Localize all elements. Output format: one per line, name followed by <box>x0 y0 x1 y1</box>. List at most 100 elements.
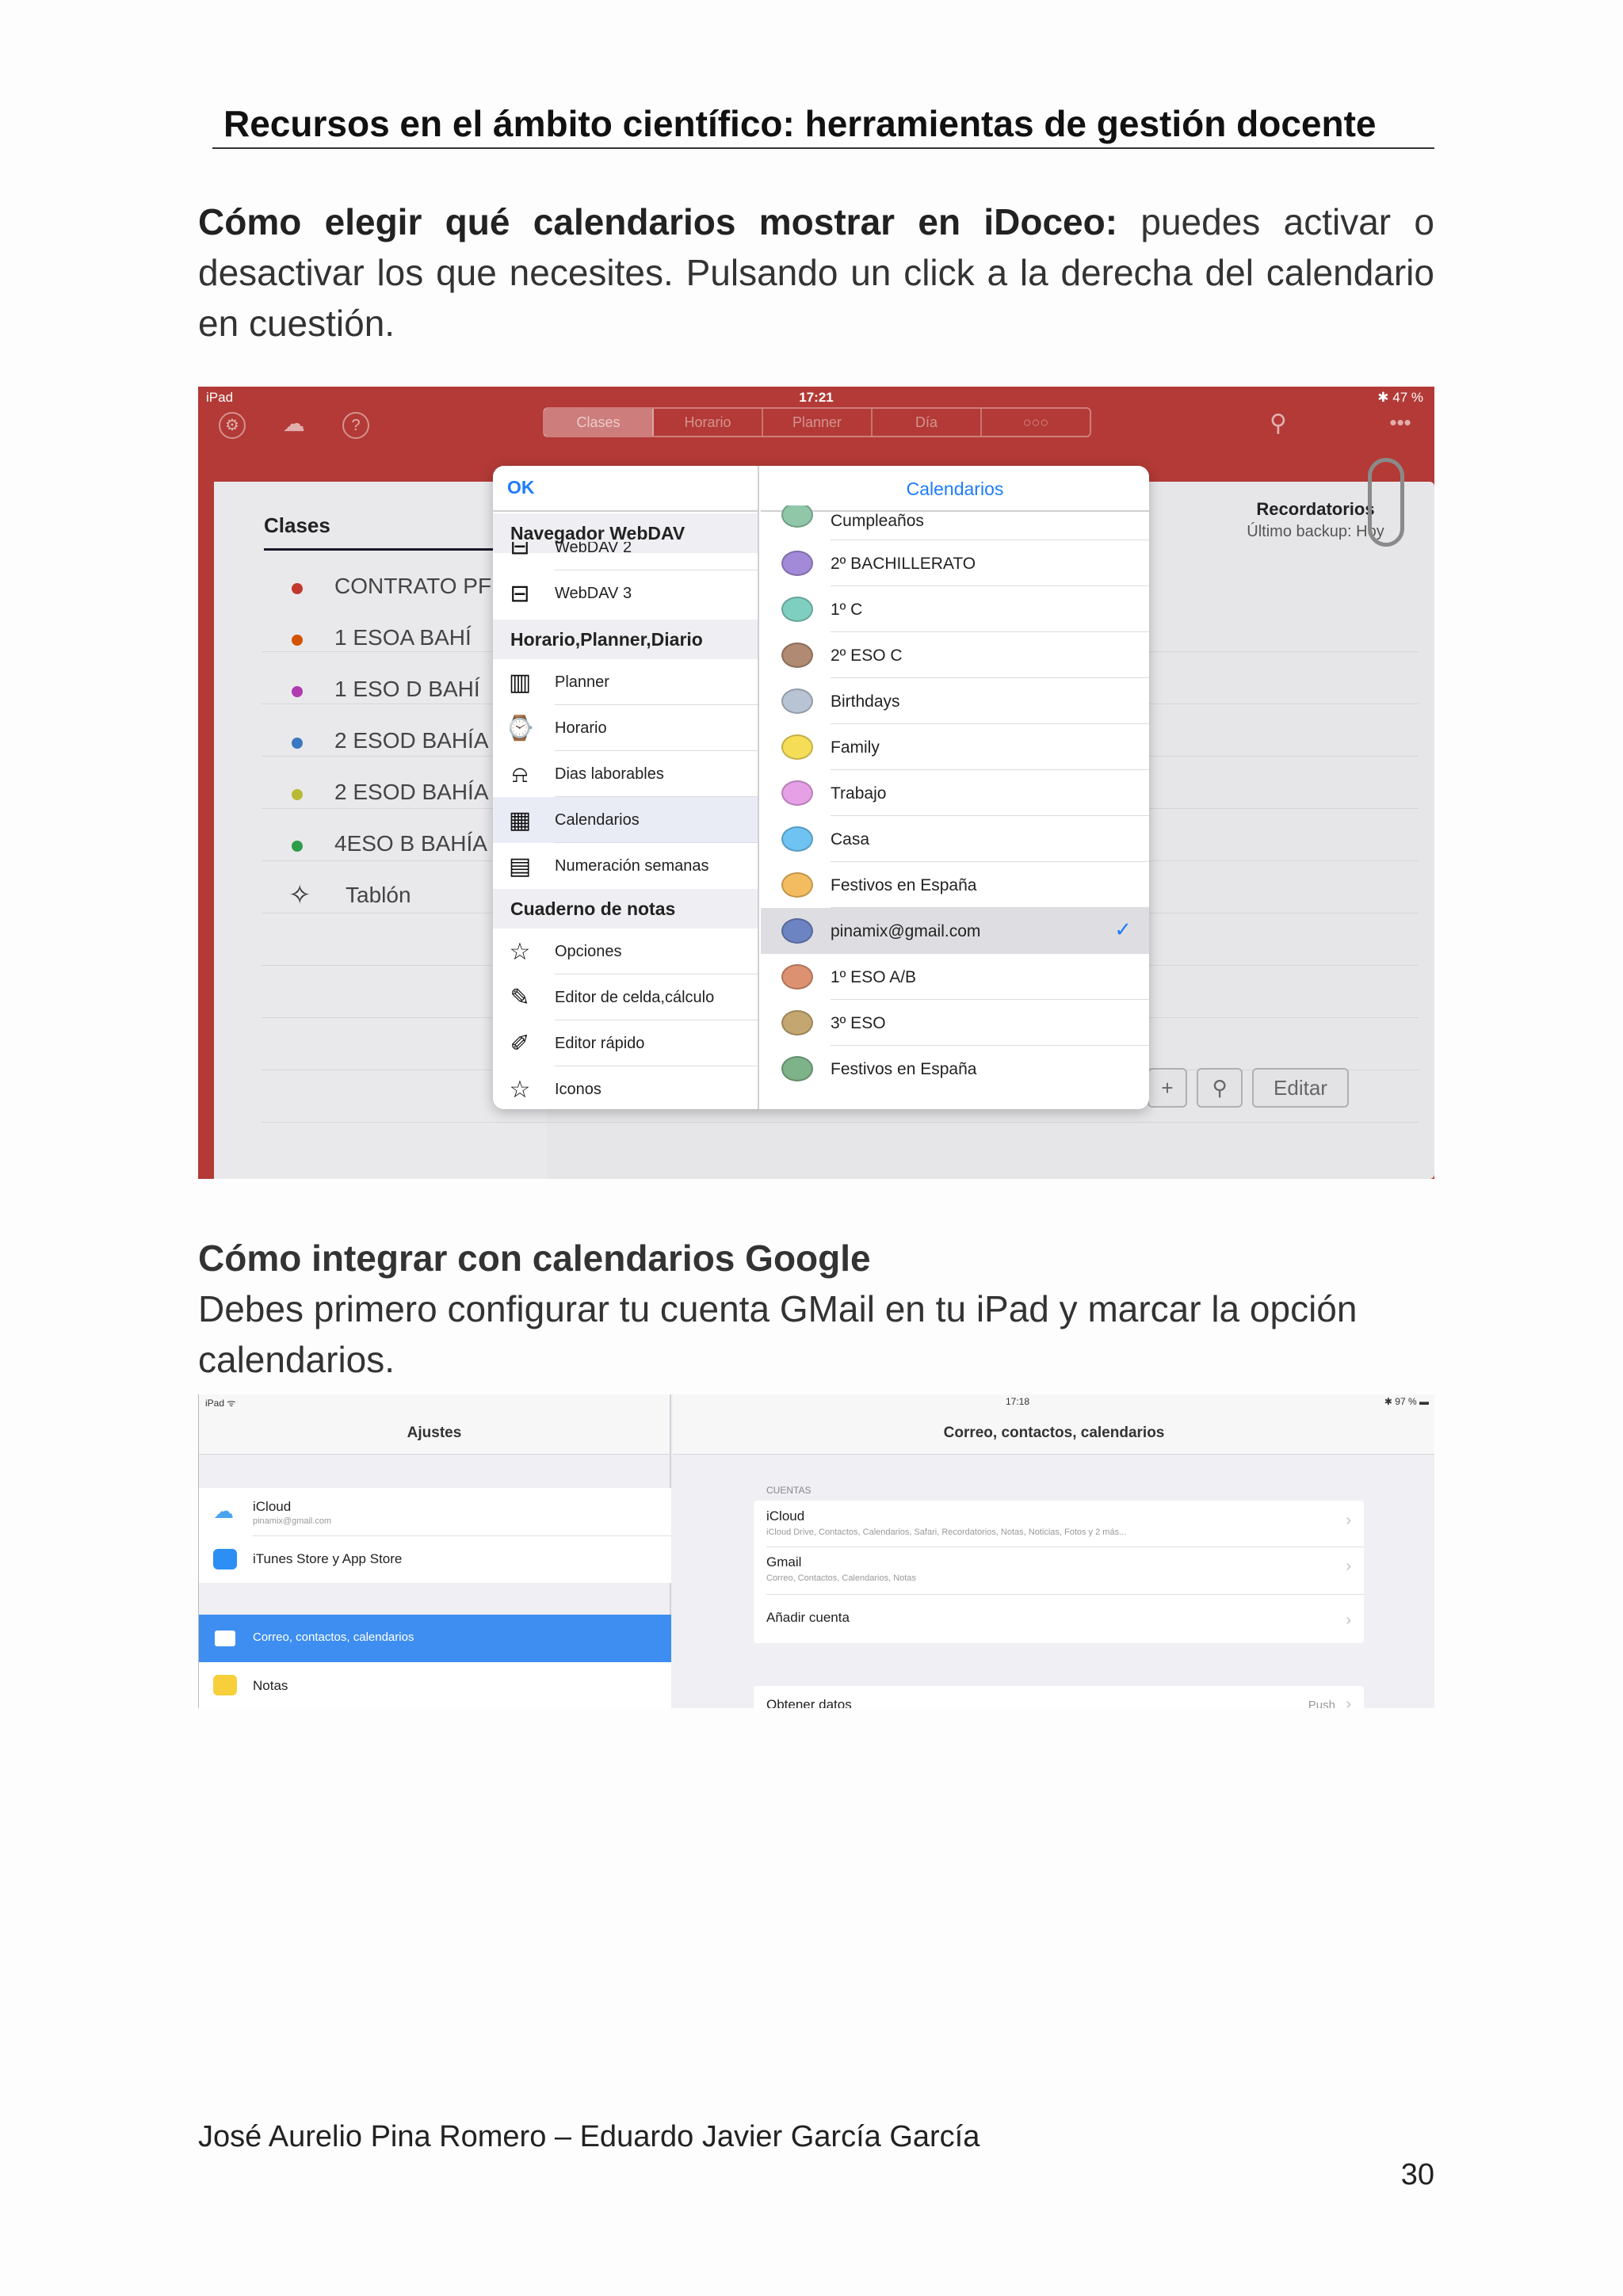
calendarios-title: Calendarios <box>906 479 1004 499</box>
tab-horario[interactable]: Horario <box>654 409 763 436</box>
settings-sidebar-header: iPad ᯤ Ajustes <box>199 1394 670 1455</box>
calendar-label: Trabajo <box>831 784 887 803</box>
settings-row-icloud[interactable]: ☁ iCloud pinamix@gmail.com <box>199 1488 671 1535</box>
clases-heading: Clases <box>264 513 330 537</box>
alarm-bell-icon: ⍾ <box>512 761 528 788</box>
gear-icon[interactable]: ⚙ <box>219 412 246 439</box>
calendar-item[interactable]: Family <box>761 724 1149 770</box>
menu-item-label: Opciones <box>555 943 622 960</box>
calendar-item[interactable]: Cumpleaños <box>761 505 1149 540</box>
checkmark-icon[interactable]: ✓ <box>1114 917 1132 942</box>
account-icloud-sub: iCloud Drive, Contactos, Calendarios, Sa… <box>766 1527 1127 1537</box>
settings-row-label: iCloud <box>253 1499 292 1514</box>
class-item[interactable]: 2 ESOD BAHÍA <box>334 780 489 805</box>
edit-button[interactable]: Editar <box>1252 1068 1349 1108</box>
star-box-icon: ☆ <box>509 1077 531 1103</box>
menu-item-calendarios[interactable]: ▦ Calendarios <box>493 797 758 843</box>
calendar-label: Cumpleaños <box>831 512 924 530</box>
tab-planner[interactable]: Planner <box>763 409 873 436</box>
settings-popover: OK Navegador WebDAV ⊟ WebDAV 2 ⊟ WebDAV … <box>493 466 1149 1109</box>
menu-item-numeracion-semanas[interactable]: ▤ Numeración semanas <box>493 843 758 889</box>
settings-row-itunes[interactable]: iTunes Store y App Store <box>199 1535 671 1583</box>
calendar-label: Festivos en España <box>831 1060 977 1078</box>
clases-underline <box>264 548 494 551</box>
menu-item-iconos[interactable]: ☆ Iconos <box>493 1066 758 1109</box>
battery-indicator: ✱ 97 % ▬ <box>1384 1396 1429 1407</box>
tab-clases[interactable]: Clases <box>544 409 654 436</box>
menu-item-label: Planner <box>555 673 609 691</box>
calendar-item[interactable]: Casa <box>761 816 1149 862</box>
calendar-item[interactable]: 3º ESO <box>761 1000 1149 1046</box>
fetch-card[interactable]: Obtener datos Push › <box>754 1686 1364 1708</box>
ios-settings-screenshot: iPad ᯤ Ajustes ☁ iCloud pinamix@gmail.co… <box>198 1394 1434 1708</box>
add-account-button[interactable]: Añadir cuenta <box>766 1610 850 1626</box>
class-color-dot <box>292 789 303 800</box>
calendar-item[interactable]: 2º ESO C <box>761 632 1149 678</box>
menu-item-webdav3[interactable]: ⊟ WebDAV 3 <box>493 570 758 616</box>
calendar-color-dot <box>781 1010 813 1035</box>
account-gmail-sub: Correo, Contactos, Calendarios, Notas <box>766 1573 916 1583</box>
accounts-card: iCloud iCloud Drive, Contactos, Calendar… <box>754 1501 1364 1643</box>
page-header: Recursos en el ámbito científico: herram… <box>212 101 1434 149</box>
cloud-upload-icon[interactable]: ☁ <box>281 412 307 439</box>
add-button[interactable]: + <box>1148 1068 1187 1108</box>
calendar-color-dot <box>781 643 813 668</box>
more-icon[interactable]: ••• <box>1387 412 1414 439</box>
class-item[interactable]: 1 ESO D BAHÍ <box>334 677 480 702</box>
calendar-item[interactable]: 1º C <box>761 586 1149 632</box>
account-gmail-label[interactable]: Gmail <box>766 1554 801 1570</box>
view-segmented-control: Clases Horario Planner Día ○○○ <box>543 407 1091 437</box>
calendar-label: Family <box>831 738 880 757</box>
class-item[interactable]: CONTRATO PF <box>334 574 491 599</box>
menu-item-horario[interactable]: ⌚ Horario <box>493 705 758 751</box>
calendar-label: pinamix@gmail.com <box>831 922 981 940</box>
calendar-color-dot <box>781 964 813 990</box>
page-number: 30 <box>1400 2158 1434 2191</box>
menu-item-dias-laborables[interactable]: ⍾ Dias laborables <box>493 751 758 797</box>
webdav-icon: ⊟ <box>510 542 530 559</box>
ok-button[interactable]: OK <box>507 477 535 498</box>
menu-item-webdav2[interactable]: ⊟ WebDAV 2 <box>493 542 758 570</box>
row-divider <box>766 1594 1364 1595</box>
calendar-color-dot <box>781 505 813 528</box>
calendar-label: 2º ESO C <box>831 646 903 665</box>
calendar-item[interactable]: Festivos en España <box>761 862 1149 908</box>
calendar-label: 1º ESO A/B <box>831 968 917 986</box>
menu-item-label: Calendarios <box>555 811 640 829</box>
calendar-item[interactable]: Trabajo <box>761 770 1149 816</box>
menu-item-opciones[interactable]: ☆ Opciones <box>493 929 758 974</box>
menu-item-label: Iconos <box>555 1081 601 1098</box>
calendar-color-dot <box>781 780 813 806</box>
calendar-item[interactable]: 1º ESO A/B <box>761 954 1149 1000</box>
calendar-item[interactable]: 2º BACHILLERATO <box>761 540 1149 586</box>
class-item[interactable]: 1 ESOA BAHÍ <box>334 625 472 650</box>
class-item[interactable]: 2 ESOD BAHÍA <box>334 728 489 753</box>
help-icon[interactable]: ? <box>342 412 369 439</box>
settings-row-correo[interactable]: Correo, contactos, calendarios <box>199 1615 671 1662</box>
search-icon[interactable]: ⚲ <box>1265 412 1292 439</box>
tablon-item[interactable]: Tablón <box>346 883 411 908</box>
tab-more[interactable]: ○○○ <box>982 409 1090 436</box>
pin-icon: ✧ <box>288 880 311 910</box>
settings-row-notas[interactable]: Notas <box>199 1662 671 1708</box>
menu-item-editor-celda[interactable]: ✎ Editor de celda,cálculo <box>493 974 758 1020</box>
calendar-label: 1º C <box>831 601 863 619</box>
calendar-item-selected[interactable]: pinamix@gmail.com ✓ <box>761 908 1149 954</box>
tab-dia[interactable]: Día <box>873 409 982 436</box>
idoceo-screenshot: iPad 17:21 ✱ 47 % ⚙ ☁ ? Clases Horario P… <box>198 387 1434 1179</box>
calendar-color-dot <box>781 872 813 898</box>
search-button[interactable]: ⚲ <box>1197 1068 1243 1108</box>
footer-authors: José Aurelio Pina Romero – Eduardo Javie… <box>198 2120 980 2153</box>
star-box-icon: ☆ <box>509 939 531 965</box>
section1-paragraph: Cómo elegir qué calendarios mostrar en i… <box>198 196 1434 349</box>
menu-item-editor-rapido[interactable]: ✐ Editor rápido <box>493 1020 758 1066</box>
calendar-label: 3º ESO <box>831 1014 886 1032</box>
class-item[interactable]: 4ESO B BAHÍA <box>334 831 487 856</box>
calendar-item[interactable]: Birthdays <box>761 678 1149 724</box>
ajustes-title: Ajustes <box>407 1425 462 1441</box>
calendar-label: 2º BACHILLERATO <box>831 555 976 573</box>
calendar-item[interactable]: Festivos en España <box>761 1046 1149 1092</box>
menu-item-planner[interactable]: ▥ Planner <box>493 659 758 705</box>
account-icloud-label[interactable]: iCloud <box>766 1508 804 1524</box>
menu-item-label: WebDAV 3 <box>555 585 632 602</box>
